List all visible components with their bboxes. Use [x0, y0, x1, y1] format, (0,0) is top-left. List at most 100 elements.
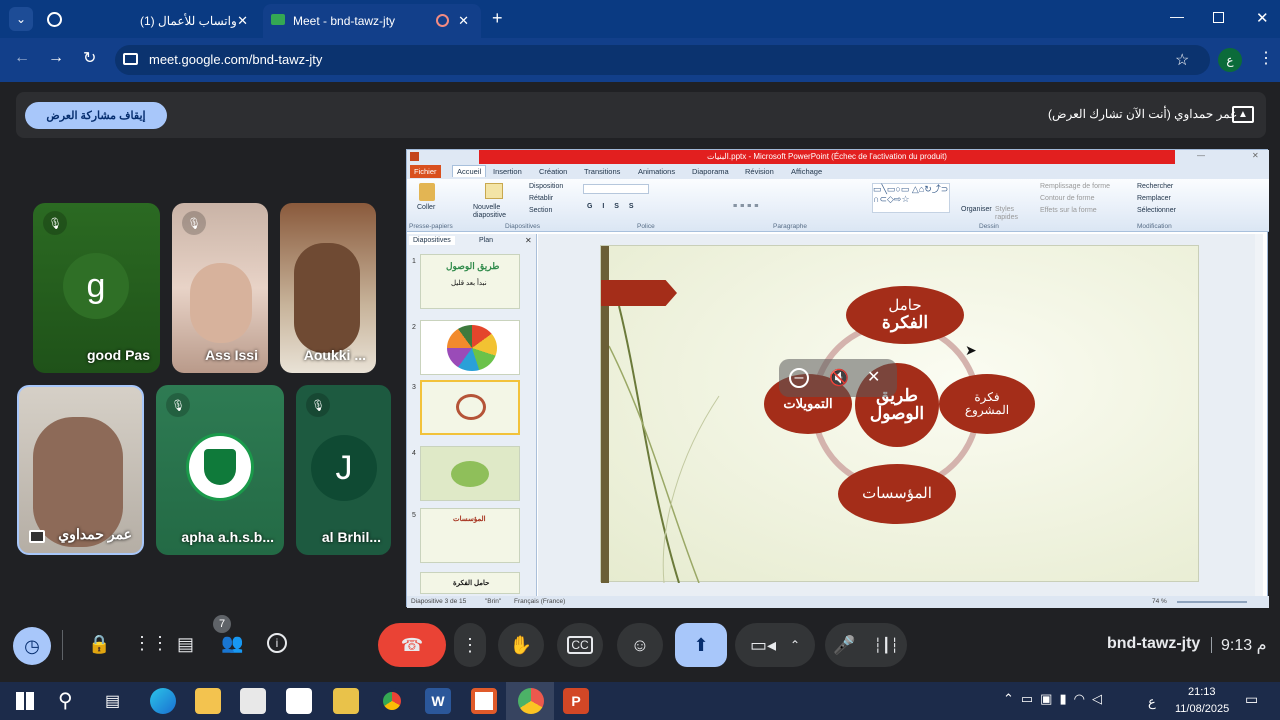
word-icon[interactable]: W — [425, 688, 451, 714]
minimize-icon[interactable]: — — [1170, 8, 1184, 24]
tab-whatsapp[interactable]: (1) واتساب للأعمال ✕ — [40, 4, 260, 38]
new-slide-icon[interactable] — [485, 183, 503, 199]
tab-revision[interactable]: Révision — [745, 167, 774, 176]
present-button[interactable]: ⬆ — [675, 623, 727, 667]
forward-icon[interactable]: → — [48, 49, 64, 67]
url-text[interactable]: meet.google.com/bnd-tawz-jty — [149, 52, 322, 67]
taskbar-time[interactable]: 21:13 — [1188, 686, 1216, 698]
tab-meet[interactable]: Meet - bnd-tawz-jty ✕ — [263, 4, 481, 38]
close-icon[interactable]: ✕ — [237, 13, 248, 29]
taskbar-date[interactable]: 11/08/2025 — [1175, 703, 1229, 715]
back-icon[interactable]: ← — [14, 49, 30, 67]
file-explorer-icon[interactable] — [195, 688, 221, 714]
selectionner-label[interactable]: Sélectionner — [1137, 207, 1176, 214]
retablir-label[interactable]: Rétablir — [529, 195, 553, 202]
paragraph-icons[interactable]: ≡≡≡≡ — [733, 203, 761, 210]
organiser-label[interactable]: Organiser — [961, 206, 992, 213]
mute-icon[interactable]: 🔇 — [829, 368, 849, 388]
section-label[interactable]: Section — [529, 207, 552, 214]
store-icon[interactable] — [240, 688, 266, 714]
ppt-minimize-icon[interactable]: — — [1197, 151, 1205, 160]
info-icon[interactable]: i — [267, 633, 287, 653]
tab-accueil[interactable]: Accueil — [452, 165, 487, 177]
participant-tile[interactable]: 🎙 J al Brhil... — [296, 385, 391, 555]
contour-label[interactable]: Contour de forme — [1040, 195, 1094, 202]
restore-icon[interactable] — [1213, 12, 1224, 23]
notes-icon[interactable] — [333, 688, 359, 714]
tab-fichier[interactable]: Fichier — [410, 165, 441, 178]
slide-thumb-4[interactable] — [420, 446, 520, 501]
participant-tile[interactable]: 🎙 g good Pas — [33, 203, 160, 373]
minus-circle-icon[interactable]: – — [789, 368, 809, 388]
mail-icon[interactable] — [286, 688, 312, 714]
site-info-icon[interactable] — [123, 53, 138, 65]
paste-icon[interactable] — [419, 183, 435, 201]
ppt-close-icon[interactable]: ✕ — [1252, 151, 1259, 160]
lock-icon[interactable]: 🔒 — [88, 634, 110, 655]
close-icon[interactable]: ✕ — [458, 13, 469, 29]
close-window-icon[interactable]: ✕ — [1256, 9, 1269, 27]
panel-tab-outline[interactable]: Plan — [479, 237, 493, 244]
input-language[interactable]: ع — [1148, 694, 1156, 710]
powerpoint-icon[interactable]: P — [563, 688, 589, 714]
camera-button[interactable]: ▭◂ ⌃ — [735, 623, 815, 667]
search-icon[interactable]: ⚲ — [58, 688, 73, 713]
remplissage-label[interactable]: Remplissage de forme — [1040, 183, 1110, 190]
font-box[interactable] — [583, 184, 649, 194]
tab-transitions[interactable]: Transitions — [584, 167, 620, 176]
participant-tile[interactable]: Aoukki ... — [280, 203, 376, 373]
participant-tile[interactable]: 🎙 apha a.h.s.b... — [156, 385, 284, 555]
rechercher-label[interactable]: Rechercher — [1137, 183, 1173, 190]
profile-avatar[interactable]: ع — [1218, 48, 1242, 72]
shapes-gallery[interactable]: ▭╲▭○▭ △⌂↻⤴⊃ ∩⊂◇⇨☆ — [872, 183, 950, 213]
notification-icon[interactable]: ▭ — [1245, 691, 1258, 708]
reload-icon[interactable]: ↻ — [83, 48, 96, 68]
emoji-button[interactable]: ☺ — [617, 623, 663, 667]
slide-thumb-6[interactable]: حامل الفكرة — [420, 572, 520, 594]
coller-label[interactable]: Coller — [417, 204, 435, 211]
office-icon[interactable] — [471, 688, 497, 714]
tab-creation[interactable]: Création — [539, 167, 567, 176]
more-options-button[interactable]: ⋮ — [454, 623, 486, 667]
remplacer-label[interactable]: Remplacer — [1137, 195, 1171, 202]
activities-button[interactable]: ◷ — [13, 627, 51, 665]
microphone-button[interactable]: 🎤 ┆┃┆ — [825, 623, 907, 667]
vertical-scrollbar[interactable] — [1255, 234, 1263, 596]
participant-tile[interactable]: 🎙 Ass Issi — [172, 203, 268, 373]
panel-tab-slides[interactable]: Diapositives — [409, 236, 455, 245]
slide-thumb-2[interactable] — [420, 320, 520, 375]
raise-hand-button[interactable]: ✋ — [498, 623, 544, 667]
captions-button[interactable]: CC — [557, 623, 603, 667]
chat-icon[interactable]: ▤ — [177, 634, 194, 655]
task-view-icon[interactable]: ▤ — [105, 691, 120, 711]
apps-icon[interactable]: ⋮⋮ — [133, 633, 169, 654]
tab-affichage[interactable]: Affichage — [791, 167, 822, 176]
font-format-icons[interactable]: G I S S — [587, 203, 638, 210]
zoom-slider[interactable] — [1177, 601, 1247, 603]
people-icon[interactable]: 👥 — [221, 633, 243, 654]
start-icon[interactable] — [16, 692, 34, 710]
nouvelle-label[interactable]: Nouvelle diapositive — [473, 204, 517, 220]
chevron-up-icon[interactable]: ⌃ — [790, 638, 800, 652]
tab-search-button[interactable]: ⌄ — [9, 7, 33, 31]
disposition-label[interactable]: Disposition — [529, 183, 563, 190]
slide-thumb-1[interactable]: طريق الوصول نبدأ بعد قليل — [420, 254, 520, 309]
participant-tile-self[interactable]: عمر حمداوي — [17, 385, 144, 555]
edge-icon[interactable] — [150, 688, 176, 714]
tab-animations[interactable]: Animations — [638, 167, 675, 176]
slide-thumb-3[interactable] — [420, 380, 520, 435]
tab-insertion[interactable]: Insertion — [493, 167, 522, 176]
effets-label[interactable]: Effets sur la forme — [1040, 207, 1097, 214]
panel-close-icon[interactable]: ✕ — [525, 236, 532, 245]
styles-label[interactable]: Styles rapides — [995, 206, 1025, 222]
stop-sharing-button[interactable]: إيقاف مشاركة العرض — [25, 102, 167, 129]
status-zoom[interactable]: 74 % — [1152, 598, 1167, 605]
end-call-button[interactable]: ☎ — [378, 623, 446, 667]
menu-icon[interactable]: ⋮ — [1258, 48, 1274, 68]
slide-thumb-5[interactable]: المؤسسات — [420, 508, 520, 563]
bookmark-star-icon[interactable]: ☆ — [1175, 50, 1189, 70]
tab-diaporama[interactable]: Diaporama — [692, 167, 729, 176]
tray-icons[interactable]: ⌃▭▣▮◠◁ — [1003, 691, 1109, 707]
unpin-icon[interactable]: ✕ — [867, 367, 880, 387]
chrome-icon[interactable] — [379, 688, 405, 714]
